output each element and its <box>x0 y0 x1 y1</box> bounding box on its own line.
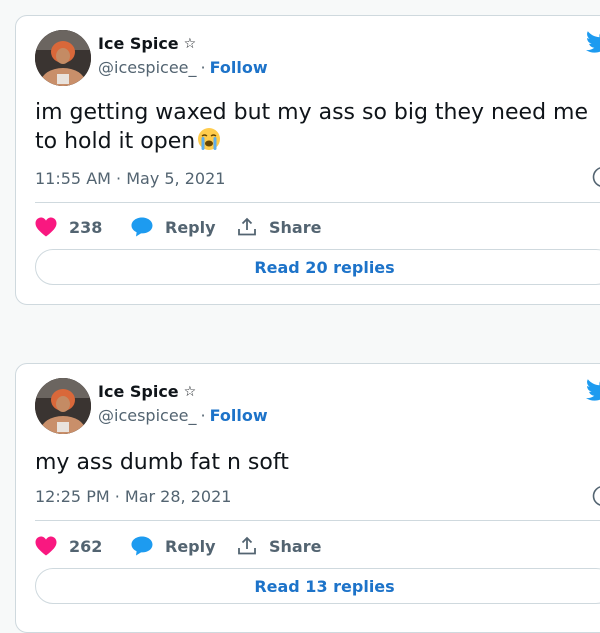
avatar[interactable] <box>35 378 91 434</box>
reply-label: Reply <box>165 218 216 237</box>
twitter-bird-icon[interactable] <box>586 378 600 402</box>
share-label: Share <box>269 537 321 556</box>
twitter-bird-icon[interactable] <box>586 30 600 54</box>
tweet-text: im getting waxed but my ass so big they … <box>35 98 599 156</box>
star-icon: ☆ <box>184 36 197 52</box>
author-handle[interactable]: @icespicee_ <box>98 406 197 425</box>
read-replies-button[interactable]: Read 13 replies <box>35 568 600 604</box>
tweet-actions: 238 Reply Share <box>35 212 600 242</box>
author-name[interactable]: Ice Spice <box>98 34 179 53</box>
tweet-header: Ice Spice ☆ @icespicee_ · Follow <box>35 378 600 436</box>
tweet-text-content: im getting waxed but my ass so big they … <box>35 100 588 154</box>
tweet-timestamp[interactable]: 12:25 PM · Mar 28, 2021 <box>35 487 231 506</box>
like-button[interactable]: 238 <box>35 217 131 237</box>
reply-label: Reply <box>165 537 216 556</box>
author-handle[interactable]: @icespicee_ <box>98 58 197 77</box>
tweet-timestamp[interactable]: 11:55 AM · May 5, 2021 <box>35 169 225 188</box>
share-icon <box>237 217 257 237</box>
share-icon <box>237 536 257 556</box>
tweet-card: Ice Spice ☆ @icespicee_ · Follow my ass … <box>15 363 600 633</box>
separator-dot: · <box>201 58 206 77</box>
share-button[interactable]: Share <box>237 217 321 237</box>
like-count: 238 <box>69 218 102 237</box>
tweet-header: Ice Spice ☆ @icespicee_ · Follow <box>35 30 600 88</box>
tweet-card: Ice Spice ☆ @icespicee_ · Follow im gett… <box>15 15 600 305</box>
tweet-actions: 262 Reply Share <box>35 531 600 561</box>
loudly-crying-face-icon <box>197 127 221 151</box>
divider <box>35 520 600 521</box>
reply-button[interactable]: Reply <box>131 217 237 237</box>
divider <box>35 202 600 203</box>
info-icon[interactable] <box>592 166 600 188</box>
reply-bubble-icon <box>131 217 153 237</box>
tweet-text-content: my ass dumb fat n soft <box>35 450 289 475</box>
reply-bubble-icon <box>131 536 153 556</box>
heart-icon <box>35 536 57 556</box>
info-icon[interactable] <box>592 485 600 507</box>
tweet-text: my ass dumb fat n soft <box>35 448 599 477</box>
follow-button[interactable]: Follow <box>210 58 268 77</box>
heart-icon <box>35 217 57 237</box>
like-button[interactable]: 262 <box>35 536 131 556</box>
author-name[interactable]: Ice Spice <box>98 382 179 401</box>
avatar[interactable] <box>35 30 91 86</box>
separator-dot: · <box>201 406 206 425</box>
reply-button[interactable]: Reply <box>131 536 237 556</box>
follow-button[interactable]: Follow <box>210 406 268 425</box>
like-count: 262 <box>69 537 102 556</box>
read-replies-button[interactable]: Read 20 replies <box>35 249 600 285</box>
share-button[interactable]: Share <box>237 536 321 556</box>
share-label: Share <box>269 218 321 237</box>
star-icon: ☆ <box>184 384 197 400</box>
